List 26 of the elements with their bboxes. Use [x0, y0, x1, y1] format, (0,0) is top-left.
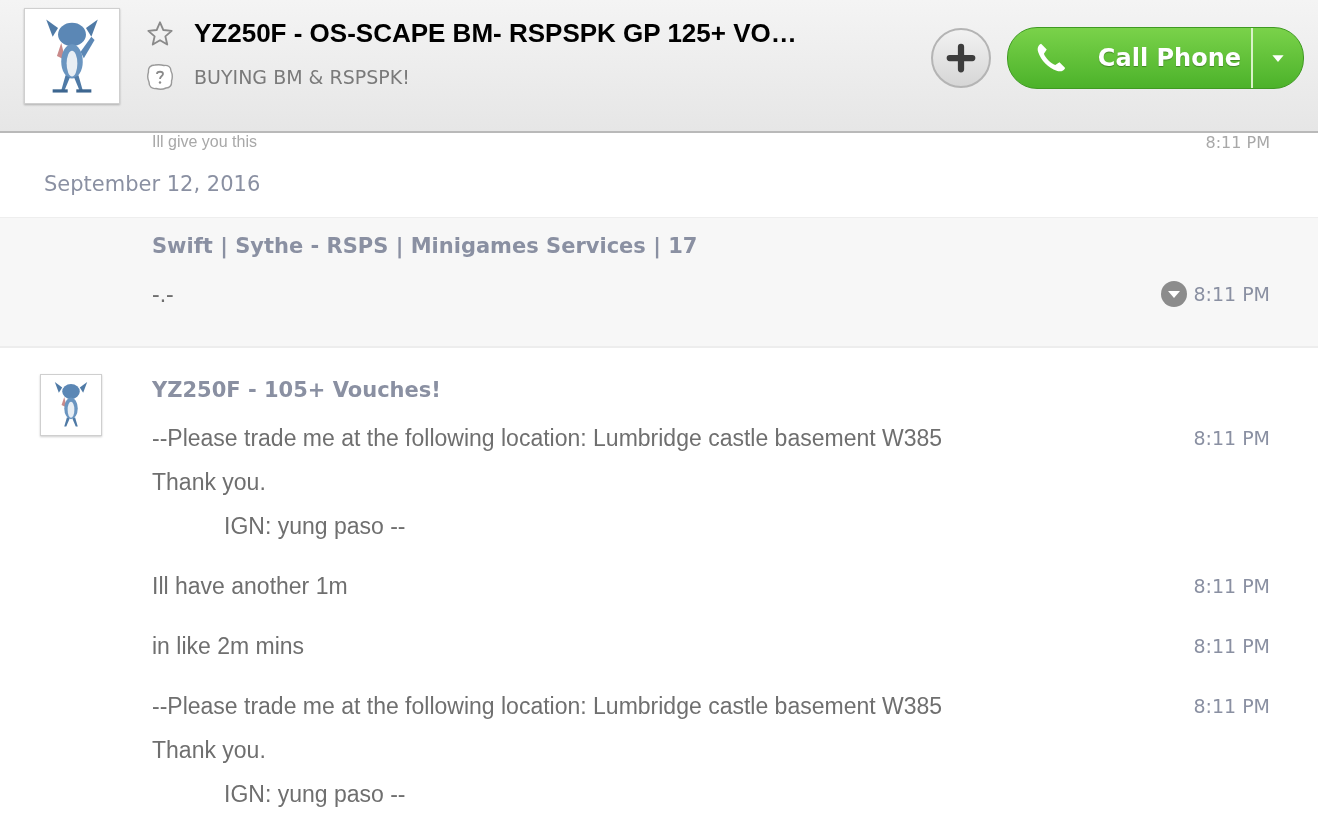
sender-name: Swift | Sythe - RSPS | Minigames Services | 17: [152, 233, 699, 261]
message-time: 8:11 PM: [1193, 635, 1270, 657]
message-text: IGN: yung paso --: [223, 512, 407, 541]
message-text: Thank you.: [152, 736, 267, 765]
dropdown-icon[interactable]: [1161, 281, 1188, 307]
message-text: --Please trade me at the following location: Lumbridge castle basement W385: [152, 692, 943, 721]
message-time: 8:11 PM: [1193, 575, 1270, 597]
contact-name: YZ250F - OS-SCAPE BM- RSPSPK GP 125+ VO…: [194, 18, 797, 49]
star-icon[interactable]: [146, 19, 174, 48]
message-text: --Please trade me at the following location: Lumbridge castle basement W385: [152, 424, 943, 453]
message-text: Ill have another 1m: [152, 572, 348, 601]
message-text: in like 2m mins: [152, 632, 305, 661]
message-time: 8:11 PM: [1205, 133, 1270, 151]
message-text: Ill give you this: [152, 133, 257, 151]
message-text: IGN: yung paso --: [223, 780, 407, 809]
plus-icon: [945, 43, 976, 73]
message-text: Thank you.: [152, 468, 267, 497]
mood-message: BUYING BM & RSPSPK!: [194, 66, 410, 88]
message-time: 8:11 PM: [1193, 695, 1270, 717]
message-time: 8:11 PM: [1193, 427, 1270, 449]
call-phone-button[interactable]: Call Phone: [1007, 28, 1253, 88]
unknown-status-icon: [146, 63, 174, 91]
caret-icon: [1271, 53, 1285, 63]
sender-name: YZ250F - 105+ Vouches!: [152, 377, 442, 404]
message-time: 8:11 PM: [1193, 283, 1270, 305]
message-text: -.-: [152, 280, 174, 309]
